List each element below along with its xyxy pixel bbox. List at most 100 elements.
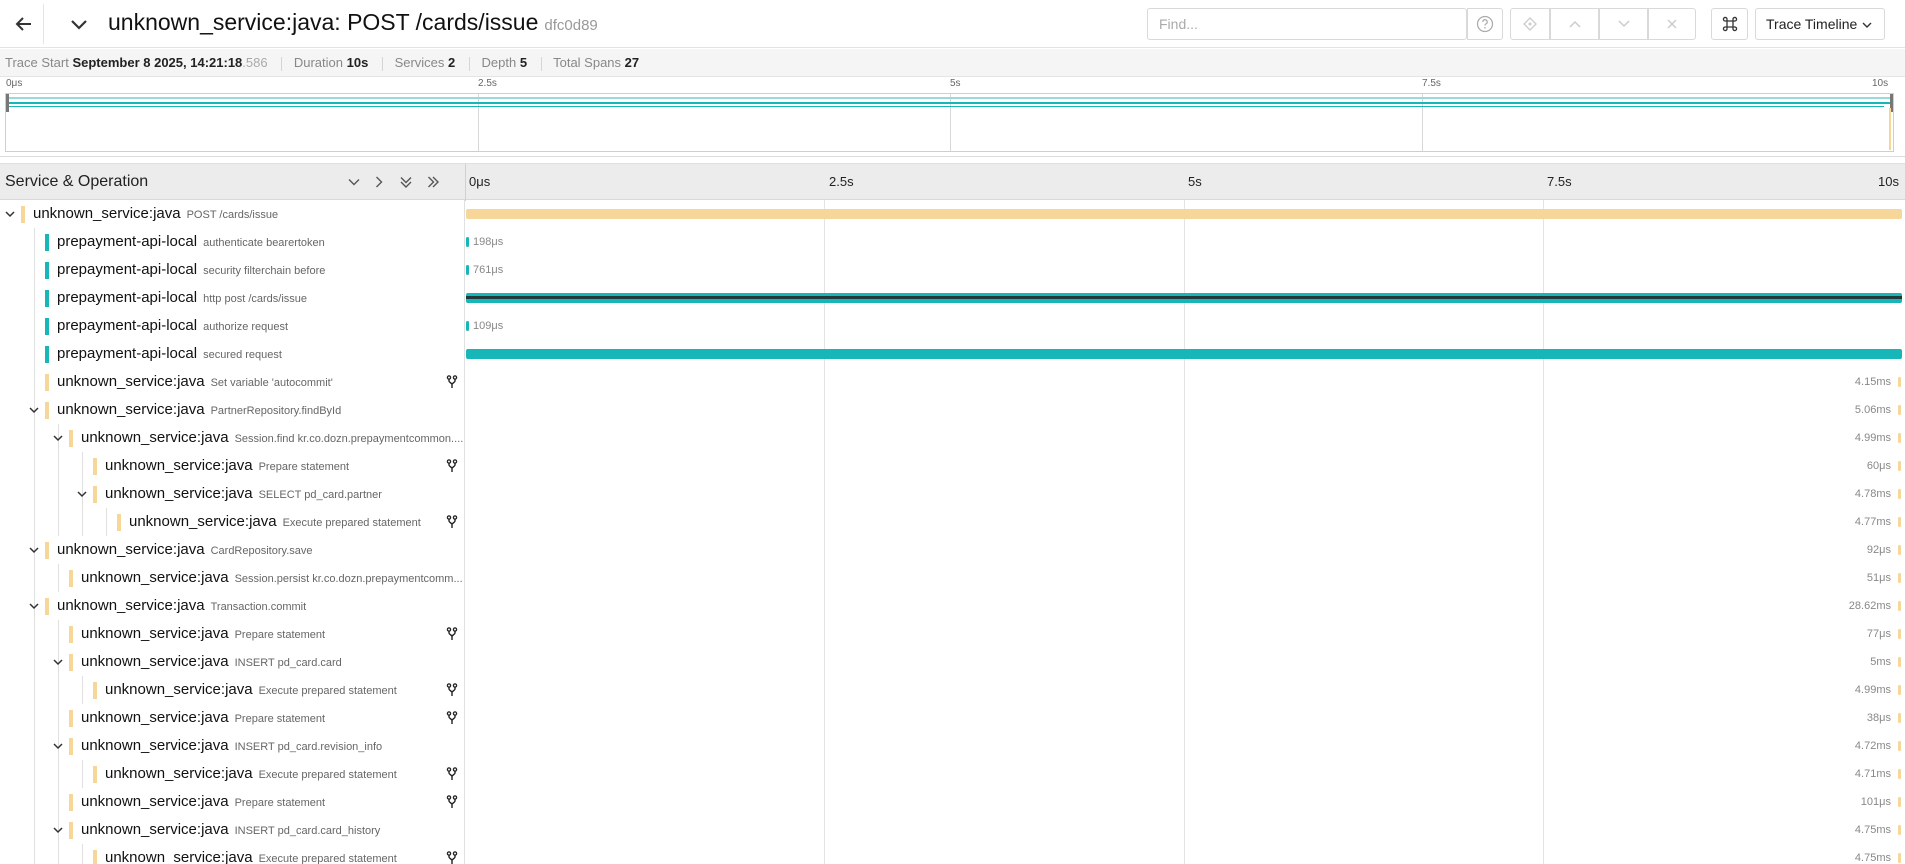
fork-icon[interactable] [446, 711, 458, 725]
fork-icon[interactable] [446, 459, 458, 473]
span-name-cell[interactable]: prepayment-api-local security filterchain… [0, 256, 465, 284]
span-name-cell[interactable]: unknown_service:java INSERT pd_card.revis… [0, 732, 465, 760]
span-row[interactable]: prepayment-api-local http post /cards/iss… [0, 284, 1905, 312]
expand-toggle[interactable] [2, 206, 18, 222]
span-name-cell[interactable]: unknown_service:java Transaction.commit [0, 592, 465, 620]
expand-toggle[interactable] [50, 430, 66, 446]
span-name-cell[interactable]: unknown_service:java INSERT pd_card.card_… [0, 816, 465, 844]
span-row[interactable]: unknown_service:java CardRepository.save 9… [0, 536, 1905, 564]
span-bar[interactable] [1898, 853, 1901, 863]
span-name-cell[interactable]: unknown_service:java Execute prepared sta… [0, 508, 465, 536]
fork-icon[interactable] [446, 515, 458, 529]
expand-toggle[interactable] [50, 738, 66, 754]
span-row[interactable]: unknown_service:java INSERT pd_card.card 5… [0, 648, 1905, 676]
span-row[interactable]: unknown_service:java POST /cards/issue [0, 200, 1905, 228]
span-bar[interactable] [1898, 629, 1901, 639]
span-timeline-cell[interactable] [466, 200, 1905, 228]
locate-span-button[interactable] [1510, 8, 1550, 40]
span-bar[interactable] [1898, 797, 1901, 807]
help-button[interactable] [1467, 8, 1503, 40]
span-timeline-cell[interactable]: 4.15ms [466, 368, 1905, 396]
find-input[interactable] [1147, 8, 1467, 40]
span-row[interactable]: unknown_service:java Session.find kr.co.d… [0, 424, 1905, 452]
span-row[interactable]: unknown_service:java SELECT pd_card.partn… [0, 480, 1905, 508]
span-timeline-cell[interactable] [466, 284, 1905, 312]
span-name-cell[interactable]: unknown_service:java PartnerRepository.fi… [0, 396, 465, 424]
span-timeline-cell[interactable]: 761μs [466, 256, 1905, 284]
span-bar[interactable] [1898, 741, 1901, 751]
expand-toggle[interactable] [26, 542, 42, 558]
span-row[interactable]: unknown_service:java Session.persist kr.c… [0, 564, 1905, 592]
span-timeline-cell[interactable]: 5ms [466, 648, 1905, 676]
span-name-cell[interactable]: unknown_service:java Prepare statement [0, 620, 465, 648]
span-timeline-cell[interactable]: 4.72ms [466, 732, 1905, 760]
span-timeline-cell[interactable]: 198μs [466, 228, 1905, 256]
span-timeline-cell[interactable]: 38μs [466, 704, 1905, 732]
expand-one-button[interactable] [370, 173, 388, 191]
keyboard-shortcuts-button[interactable] [1711, 8, 1748, 40]
span-name-cell[interactable]: unknown_service:java Prepare statement [0, 788, 465, 816]
span-name-cell[interactable]: unknown_service:java CardRepository.save [0, 536, 465, 564]
expand-all-button[interactable] [424, 173, 442, 191]
trace-minimap[interactable]: 0μs 2.5s 5s 7.5s 10s [0, 77, 1905, 157]
minimap-canvas[interactable] [5, 93, 1894, 152]
span-bar[interactable] [1898, 769, 1901, 779]
span-row[interactable]: unknown_service:java Prepare statement 77μ… [0, 620, 1905, 648]
span-bar[interactable] [466, 265, 469, 275]
span-name-cell[interactable]: unknown_service:java Prepare statement [0, 452, 465, 480]
fork-icon[interactable] [446, 767, 458, 781]
span-row[interactable]: unknown_service:java Transaction.commit 28… [0, 592, 1905, 620]
span-row[interactable]: prepayment-api-local authorize request 109… [0, 312, 1905, 340]
span-row[interactable]: unknown_service:java Prepare statement 101… [0, 788, 1905, 816]
span-bar[interactable] [466, 209, 1902, 219]
span-name-cell[interactable]: unknown_service:java Session.find kr.co.d… [0, 424, 465, 452]
span-timeline-cell[interactable]: 60μs [466, 452, 1905, 480]
expand-toggle[interactable] [50, 822, 66, 838]
span-name-cell[interactable]: unknown_service:java Prepare statement [0, 704, 465, 732]
span-bar[interactable] [1898, 377, 1901, 387]
span-timeline-cell[interactable]: 109μs [466, 312, 1905, 340]
expand-toggle[interactable] [26, 402, 42, 418]
minimap-left-handle[interactable] [6, 94, 9, 112]
span-timeline-cell[interactable]: 5.06ms [466, 396, 1905, 424]
span-bar[interactable] [1898, 713, 1901, 723]
span-row[interactable]: unknown_service:java INSERT pd_card.card_… [0, 816, 1905, 844]
span-name-cell[interactable]: prepayment-api-local authorize request [0, 312, 465, 340]
fork-icon[interactable] [446, 627, 458, 641]
span-row[interactable]: unknown_service:java Execute prepared sta… [0, 844, 1905, 864]
span-row[interactable]: unknown_service:java Prepare statement 60μ… [0, 452, 1905, 480]
fork-icon[interactable] [446, 851, 458, 864]
expand-toggle[interactable] [26, 598, 42, 614]
span-timeline-cell[interactable]: 4.75ms [466, 844, 1905, 864]
span-timeline-cell[interactable]: 77μs [466, 620, 1905, 648]
span-name-cell[interactable]: unknown_service:java Execute prepared sta… [0, 844, 465, 864]
span-bar[interactable] [1898, 545, 1901, 555]
span-bar[interactable] [466, 321, 469, 331]
span-row[interactable]: unknown_service:java Set variable 'autoco… [0, 368, 1905, 396]
span-timeline-cell[interactable]: 28.62ms [466, 592, 1905, 620]
span-name-cell[interactable]: unknown_service:java Execute prepared sta… [0, 760, 465, 788]
span-name-cell[interactable]: prepayment-api-local http post /cards/iss… [0, 284, 465, 312]
expand-toggle[interactable] [50, 654, 66, 670]
span-name-cell[interactable]: unknown_service:java SELECT pd_card.partn… [0, 480, 465, 508]
span-timeline-cell[interactable]: 4.99ms [466, 424, 1905, 452]
span-row[interactable]: unknown_service:java Execute prepared sta… [0, 760, 1905, 788]
span-row[interactable]: unknown_service:java Prepare statement 38μ… [0, 704, 1905, 732]
span-bar[interactable] [466, 293, 1902, 303]
span-timeline-cell[interactable]: 92μs [466, 536, 1905, 564]
span-row[interactable]: unknown_service:java INSERT pd_card.revis… [0, 732, 1905, 760]
span-bar[interactable] [1898, 573, 1901, 583]
span-timeline-cell[interactable]: 101μs [466, 788, 1905, 816]
span-name-cell[interactable]: unknown_service:java POST /cards/issue [0, 200, 465, 228]
fork-icon[interactable] [446, 375, 458, 389]
span-timeline-cell[interactable]: 4.77ms [466, 508, 1905, 536]
span-bar[interactable] [1898, 601, 1901, 611]
collapse-trace-button[interactable] [64, 10, 94, 40]
span-row[interactable]: unknown_service:java Execute prepared sta… [0, 508, 1905, 536]
view-select[interactable]: Trace Timeline [1755, 8, 1885, 40]
span-timeline-cell[interactable] [466, 340, 1905, 368]
span-bar[interactable] [1898, 405, 1901, 415]
span-name-cell[interactable]: unknown_service:java INSERT pd_card.card [0, 648, 465, 676]
clear-search-button[interactable] [1648, 8, 1696, 40]
span-bar[interactable] [1898, 685, 1901, 695]
